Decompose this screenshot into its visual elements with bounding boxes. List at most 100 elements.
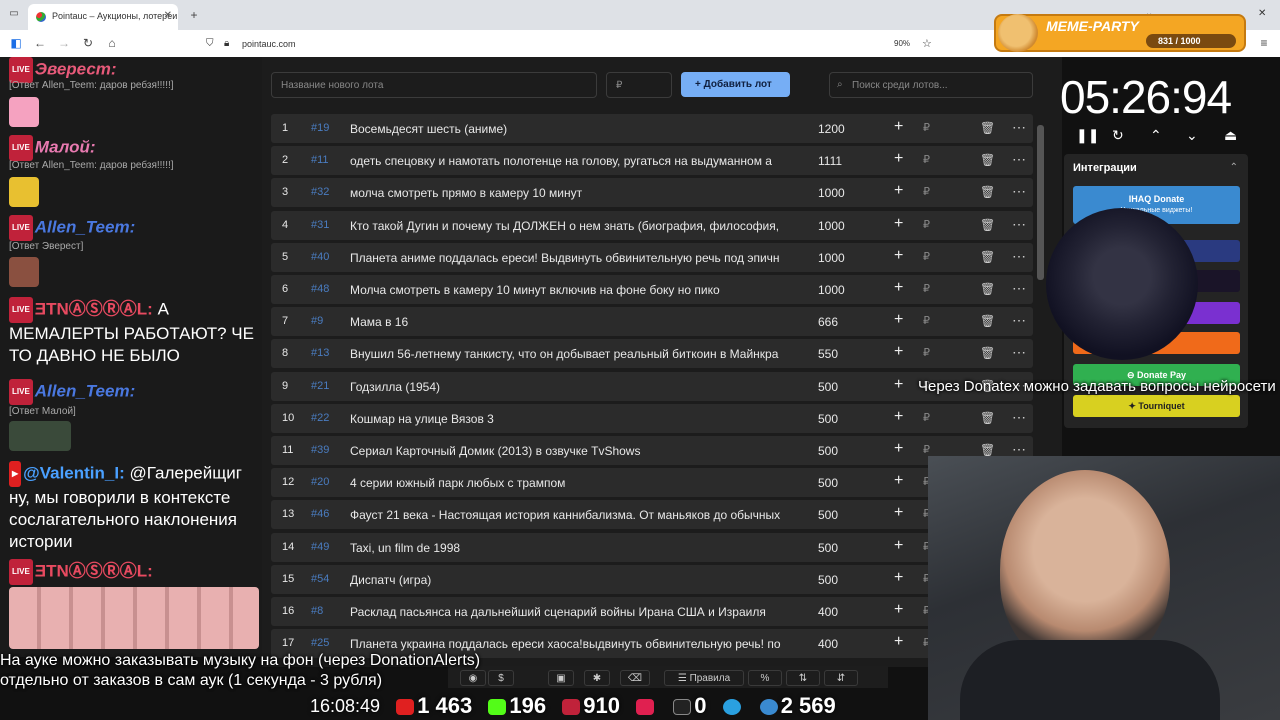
lot-amount[interactable]: 666 <box>818 315 838 329</box>
new-tab-icon[interactable]: + <box>186 8 202 22</box>
lot-amount[interactable]: 500 <box>818 573 838 587</box>
lot-name[interactable]: Кто такой Дугин и почему ты ДОЛЖЕН о нем… <box>350 219 790 233</box>
add-amount-icon[interactable]: + <box>894 182 903 200</box>
add-amount-icon[interactable]: + <box>894 376 903 394</box>
ruble-icon[interactable]: ₽ <box>923 443 930 456</box>
lot-row[interactable]: 14#49Taxi, un film de 1998500+₽🗑︎⋯ <box>271 532 1033 562</box>
add-amount-icon[interactable]: + <box>894 247 903 265</box>
ruble-icon[interactable]: ₽ <box>923 282 930 295</box>
more-options-icon[interactable]: ⋯ <box>1012 248 1026 265</box>
add-lot-button[interactable]: + Добавить лот <box>681 72 790 97</box>
tourniquet-button[interactable]: ✦ Tourniquet <box>1073 395 1240 417</box>
add-amount-icon[interactable]: + <box>894 440 903 458</box>
add-amount-icon[interactable]: + <box>894 601 903 619</box>
lot-amount[interactable]: 1000 <box>818 251 845 265</box>
chevron-down-icon[interactable]: ⌄ <box>1186 127 1198 144</box>
sort-icon[interactable]: ⇅ <box>786 670 820 686</box>
close-tab-icon[interactable]: ✕ <box>164 10 172 21</box>
add-amount-icon[interactable]: + <box>894 633 903 651</box>
lot-amount[interactable]: 500 <box>818 412 838 426</box>
add-amount-icon[interactable]: + <box>894 537 903 555</box>
menu-icon[interactable]: ≡ <box>1256 36 1272 50</box>
tab-list-icon[interactable]: ▭ <box>6 8 22 19</box>
lot-name[interactable]: молча смотреть прямо в камеру 10 минут <box>350 186 790 200</box>
lot-amount[interactable]: 400 <box>818 605 838 619</box>
trash-list-icon[interactable]: ⌫ <box>620 670 650 686</box>
ruble-icon[interactable]: ₽ <box>923 411 930 424</box>
delete-icon[interactable]: 🗑︎ <box>980 250 995 264</box>
ruble-icon[interactable]: ₽ <box>923 121 930 134</box>
lot-row[interactable]: 4 #31 Кто такой Дугин и почему ты ДОЛЖЕН о… <box>271 210 1033 240</box>
lot-amount[interactable]: 400 <box>818 637 838 651</box>
lot-name[interactable]: Планета украина поддалась ереси хаоса!вы… <box>350 637 790 651</box>
delete-icon[interactable]: 🗑︎ <box>980 218 995 232</box>
add-amount-icon[interactable]: + <box>894 311 903 329</box>
scrollbar[interactable] <box>1037 125 1044 280</box>
lot-name[interactable]: Диспатч (игра) <box>350 573 790 587</box>
more-options-icon[interactable]: ⋯ <box>1012 151 1026 168</box>
add-amount-icon[interactable]: + <box>894 408 903 426</box>
back-icon[interactable]: ← <box>32 36 48 50</box>
more-options-icon[interactable]: ⋯ <box>1012 183 1026 200</box>
reset-icon[interactable]: ↻ <box>1112 127 1124 144</box>
add-amount-icon[interactable]: + <box>894 343 903 361</box>
lot-row[interactable]: 1 #19 Восемьдесят шесть (аниме) 1200 + ₽ 🗑︎ ⋯ <box>271 114 1033 143</box>
eject-icon[interactable]: ⏏ <box>1224 127 1237 144</box>
lot-name[interactable]: 4 серии южный парк любых с трампом <box>350 476 790 490</box>
address-bar[interactable]: ⛉ 🔒︎ pointauc.com 90% ☆ <box>200 34 940 54</box>
delete-icon[interactable]: 🗑︎ <box>980 411 995 425</box>
home-icon[interactable]: ⌂ <box>104 36 120 50</box>
lot-amount[interactable]: 550 <box>818 347 838 361</box>
lot-row[interactable]: 7 #9 Мама в 16 666 + ₽ 🗑︎ ⋯ <box>271 307 1033 337</box>
more-options-icon[interactable]: ⋯ <box>1012 119 1026 136</box>
ruble-icon[interactable]: ₽ <box>923 218 930 231</box>
lot-amount[interactable]: 1000 <box>818 186 845 200</box>
add-amount-icon[interactable]: + <box>894 472 903 490</box>
ruble-icon[interactable]: ₽ <box>923 314 930 327</box>
lot-amount[interactable]: 1200 <box>818 122 845 136</box>
delete-icon[interactable]: 🗑︎ <box>980 121 995 135</box>
amount-input[interactable]: ₽ <box>606 72 672 98</box>
lot-row[interactable]: 13 #46 Фауст 21 века - Настоящая история к… <box>271 500 1033 530</box>
chevron-up-icon[interactable]: ⌃ <box>1150 127 1162 144</box>
lot-amount[interactable]: 1111 <box>818 154 842 168</box>
lot-row[interactable]: 16 #8 Расклад пасьянса на дальнейший сцена… <box>271 597 1033 626</box>
more-options-icon[interactable]: ⋯ <box>1012 216 1026 233</box>
forward-icon[interactable]: → <box>56 36 72 50</box>
rules-button[interactable]: ☰ Правила <box>664 670 744 686</box>
lot-name[interactable]: Расклад пасьянса на дальнейший сценарий … <box>350 605 790 619</box>
percent-button[interactable]: % <box>748 670 782 686</box>
pause-icon[interactable]: ❚❚ <box>1076 127 1099 144</box>
add-amount-icon[interactable]: + <box>894 150 903 168</box>
add-amount-icon[interactable]: + <box>894 215 903 233</box>
add-amount-icon[interactable]: + <box>894 118 903 136</box>
ruble-icon[interactable]: ₽ <box>923 185 930 198</box>
lot-name[interactable]: Планета аниме поддалась ереси! Выдвинуть… <box>350 251 790 265</box>
dollar-button[interactable]: $ <box>488 670 514 686</box>
lot-name[interactable]: Taxi, un film de 1998 <box>350 541 790 555</box>
lot-row[interactable]: 6 #48 Молча смотреть в камеру 10 минут вкл… <box>271 275 1033 304</box>
lot-name[interactable]: Мама в 16 <box>350 315 790 329</box>
lot-amount[interactable]: 500 <box>818 508 838 522</box>
lot-name[interactable]: Годзилла (1954) <box>350 380 790 394</box>
lot-row[interactable]: 5 #40 Планета аниме поддалась ереси! Выдви… <box>271 242 1033 272</box>
ruble-icon[interactable]: ₽ <box>923 346 930 359</box>
lot-amount[interactable]: 1000 <box>818 283 845 297</box>
lot-name[interactable]: одеть спецовку и намотать полотенце на г… <box>350 154 790 168</box>
lot-name[interactable]: Сериал Карточный Домик (2013) в озвучке … <box>350 444 790 458</box>
ruble-icon[interactable]: ₽ <box>923 250 930 263</box>
delete-icon[interactable]: 🗑︎ <box>980 314 995 328</box>
lot-amount[interactable]: 1000 <box>818 219 845 233</box>
add-amount-icon[interactable]: + <box>894 504 903 522</box>
browser-tab[interactable]: Pointauc – Аукционы, лотереи ✕ <box>28 4 178 30</box>
lot-row[interactable]: 15#54Диспатч (игра)500+₽🗑︎⋯ <box>271 564 1033 594</box>
github-icon[interactable]: ◉ <box>460 670 486 686</box>
search-input[interactable]: ⌕ Поиск среди лотов... <box>829 72 1033 98</box>
close-window-icon[interactable]: ✕ <box>1258 8 1266 19</box>
delete-icon[interactable]: 🗑︎ <box>980 346 995 360</box>
delete-icon[interactable]: 🗑︎ <box>980 185 995 199</box>
delete-icon[interactable]: 🗑︎ <box>980 443 995 457</box>
lot-row[interactable]: 11 #39 Сериал Карточный Домик (2013) в озв… <box>271 436 1033 465</box>
bookmark-star-icon[interactable]: ☆ <box>922 37 932 50</box>
new-lot-input[interactable]: Название нового лота <box>271 72 597 98</box>
